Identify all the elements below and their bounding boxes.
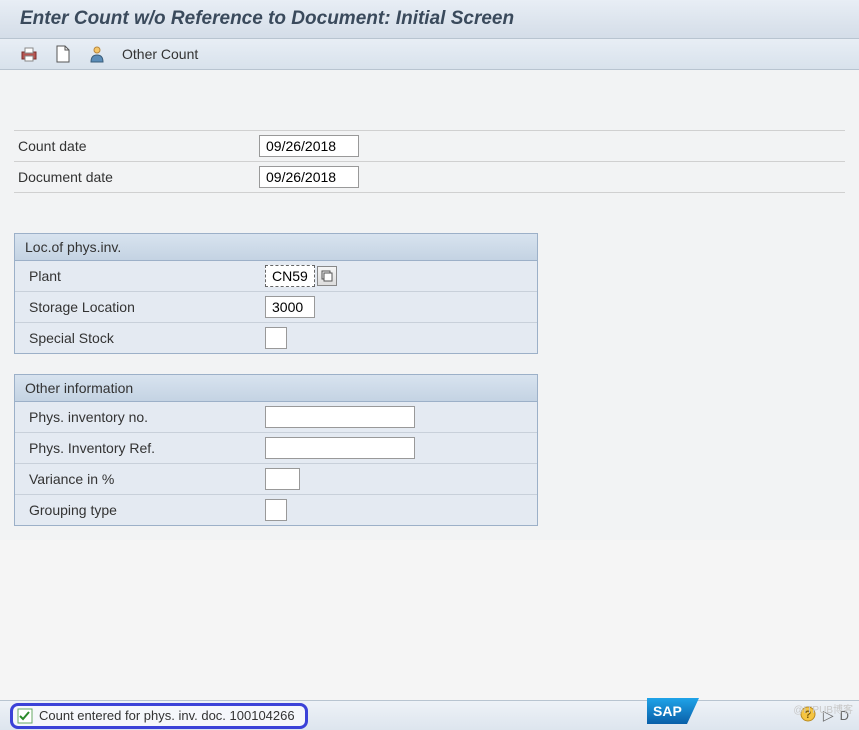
page-title: Enter Count w/o Reference to Document: I… <box>0 0 859 39</box>
variance-input[interactable] <box>265 468 300 490</box>
loc-phys-inv-group: Loc.of phys.inv. Plant Storage Location … <box>14 233 538 354</box>
variance-row: Variance in % <box>15 464 537 495</box>
toolbar: Other Count <box>0 39 859 70</box>
status-message-container: Count entered for phys. inv. doc. 100104… <box>10 703 308 729</box>
grouping-type-input[interactable] <box>265 499 287 521</box>
other-information-group: Other information Phys. inventory no. Ph… <box>14 374 538 526</box>
other-count-button[interactable]: Other Count <box>122 46 198 62</box>
plant-row: Plant <box>15 261 537 292</box>
storage-location-row: Storage Location <box>15 292 537 323</box>
success-check-icon <box>17 708 33 724</box>
other-group-title: Other information <box>15 375 537 402</box>
special-stock-row: Special Stock <box>15 323 537 353</box>
new-document-icon[interactable] <box>54 45 72 63</box>
sap-logo: SAP <box>647 698 699 727</box>
count-date-input[interactable] <box>259 135 359 157</box>
watermark: @ITPUB博客 <box>793 701 853 716</box>
phys-inventory-no-row: Phys. inventory no. <box>15 402 537 433</box>
special-stock-label: Special Stock <box>25 330 265 346</box>
plant-search-help-button[interactable] <box>317 266 337 286</box>
document-date-input[interactable] <box>259 166 359 188</box>
plant-input[interactable] <box>265 265 315 287</box>
phys-inventory-ref-input[interactable] <box>265 437 415 459</box>
phys-inventory-no-input[interactable] <box>265 406 415 428</box>
content-area: Count date Document date Loc.of phys.inv… <box>0 70 859 540</box>
document-date-row: Document date <box>14 162 845 193</box>
storage-location-label: Storage Location <box>25 299 265 315</box>
storage-location-input[interactable] <box>265 296 315 318</box>
special-stock-input[interactable] <box>265 327 287 349</box>
plant-label: Plant <box>25 268 265 284</box>
document-date-label: Document date <box>14 169 259 185</box>
grouping-type-row: Grouping type <box>15 495 537 525</box>
loc-group-title: Loc.of phys.inv. <box>15 234 537 261</box>
svg-text:SAP: SAP <box>653 703 682 719</box>
phys-inventory-no-label: Phys. inventory no. <box>25 409 265 425</box>
phys-inventory-ref-label: Phys. Inventory Ref. <box>25 440 265 456</box>
status-bar: Count entered for phys. inv. doc. 100104… <box>0 700 859 730</box>
user-icon[interactable] <box>88 45 106 63</box>
variance-label: Variance in % <box>25 471 265 487</box>
phys-inventory-ref-row: Phys. Inventory Ref. <box>15 433 537 464</box>
count-date-label: Count date <box>14 138 259 154</box>
count-date-row: Count date <box>14 130 845 162</box>
status-message-text: Count entered for phys. inv. doc. 100104… <box>39 708 295 723</box>
grouping-type-label: Grouping type <box>25 502 265 518</box>
print-icon[interactable] <box>20 45 38 63</box>
